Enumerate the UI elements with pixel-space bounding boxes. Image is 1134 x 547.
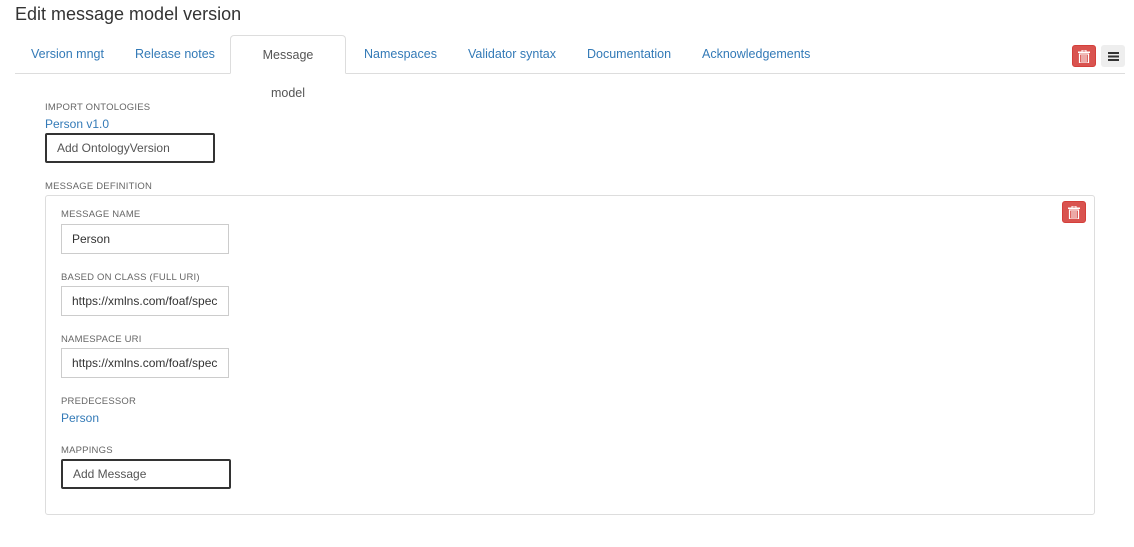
add-ontology-version-input[interactable]: Add OntologyVersion [45,133,215,163]
delete-message-button[interactable] [1062,201,1086,223]
tab-validator-syntax[interactable]: Validator syntax [452,35,572,73]
trash-icon [1068,205,1080,219]
message-definition-label: MESSAGE DEFINITION [45,181,153,192]
message-name-input[interactable]: Person [61,224,229,254]
hamburger-icon [1107,51,1119,61]
trash-icon [1078,49,1090,63]
delete-version-button[interactable] [1072,45,1096,67]
based-on-class-label: BASED ON CLASS (FULL URI) [61,272,200,283]
based-on-class-input[interactable]: https://xmlns.com/foaf/spec [61,286,229,316]
tab-documentation[interactable]: Documentation [571,35,687,73]
namespace-uri-label: NAMESPACE URI [61,334,142,345]
tab-version-mngt[interactable]: Version mngt [15,35,120,73]
mappings-label: MAPPINGS [61,445,113,456]
tab-namespaces[interactable]: Namespaces [348,35,453,73]
tab-message-model[interactable]: Message model [230,35,346,100]
tab-release-notes[interactable]: Release notes [119,35,231,73]
predecessor-label: PREDECESSOR [61,396,137,407]
tab-acknowledgements[interactable]: Acknowledgements [686,35,826,73]
page-title: Edit message model version [15,4,242,24]
predecessor-link[interactable]: Person [61,411,99,425]
message-name-label: MESSAGE NAME [61,209,141,220]
import-ontologies-label: IMPORT ONTOLOGIES [45,102,151,113]
add-message-input[interactable]: Add Message [61,459,231,489]
namespace-uri-input[interactable]: https://xmlns.com/foaf/spec [61,348,229,378]
tab-bar: Version mngt Release notes Message model… [15,35,1125,100]
ontology-link[interactable]: Person v1.0 [45,117,109,131]
menu-button[interactable] [1101,45,1125,67]
